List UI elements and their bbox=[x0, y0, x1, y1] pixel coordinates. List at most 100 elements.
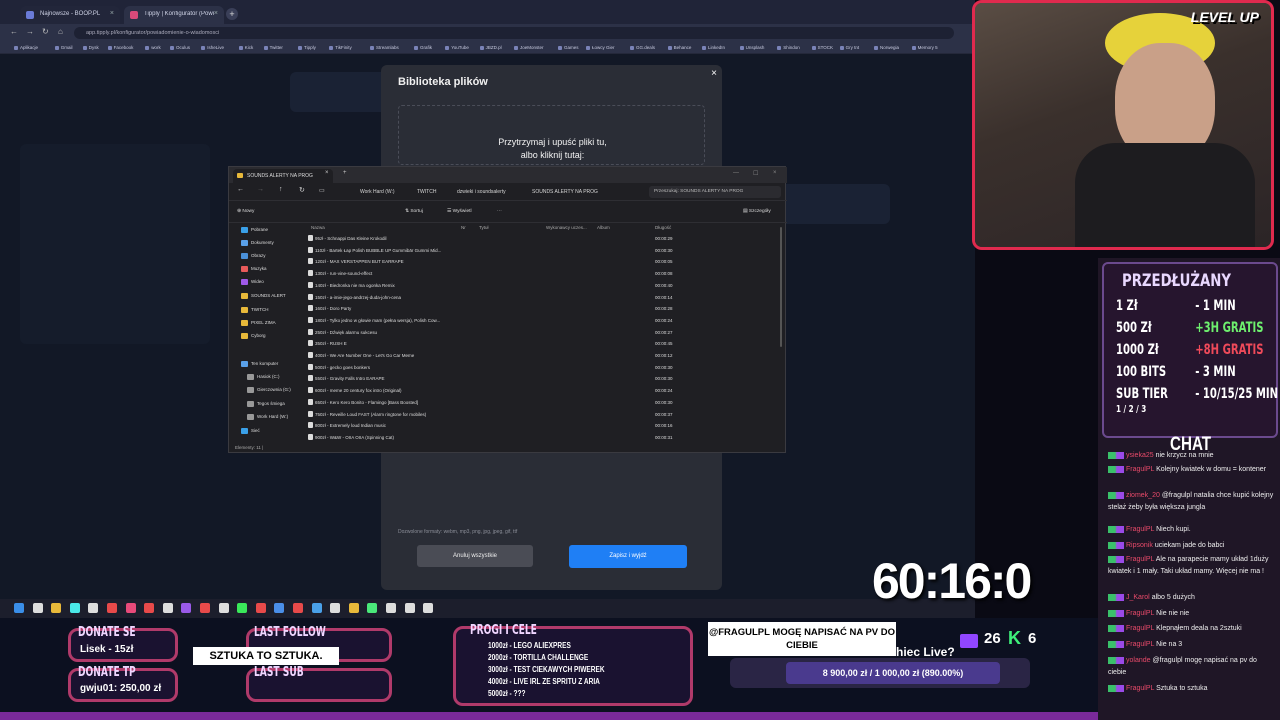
bookmark-item[interactable]: Streamlabs bbox=[370, 45, 399, 50]
nav-item[interactable]: Sieć bbox=[239, 428, 260, 434]
column-header[interactable]: Album bbox=[597, 225, 610, 230]
save-and-exit-button[interactable]: Zapisz i wyjdź bbox=[569, 545, 687, 568]
taskbar-app-icon[interactable] bbox=[200, 603, 210, 613]
taskbar-app-icon[interactable] bbox=[51, 603, 62, 613]
bookmark-item[interactable]: Kick bbox=[238, 45, 253, 50]
more-button[interactable]: ··· bbox=[497, 209, 502, 214]
nav-item[interactable]: TWITCH bbox=[239, 307, 269, 313]
column-header[interactable]: Długość bbox=[655, 225, 671, 230]
bookmark-item[interactable]: Łowcy Gier bbox=[586, 45, 615, 50]
bookmark-item[interactable]: IsheLive bbox=[201, 45, 224, 50]
nav-item[interactable]: Dokumenty bbox=[239, 240, 274, 246]
nav-item[interactable]: Muzyka bbox=[239, 266, 267, 272]
nav-item[interactable]: Work Hard (W:) bbox=[245, 414, 288, 420]
bookmark-item[interactable]: STOCK bbox=[811, 45, 833, 50]
column-header[interactable]: Tytuł bbox=[479, 225, 489, 230]
minimize-icon[interactable]: — bbox=[733, 170, 739, 176]
file-row[interactable]: 140zł - Biedronka nie ma ogonka Remix 00:… bbox=[303, 280, 773, 291]
bookmark-item[interactable]: Twitter bbox=[263, 45, 283, 50]
file-row[interactable]: 750zł - Reveille Loud FAST (Alarm ringto… bbox=[303, 409, 773, 420]
bookmark-item[interactable]: JBZD.pl bbox=[479, 45, 502, 50]
home-icon[interactable]: ⌂ bbox=[58, 27, 63, 36]
nav-item[interactable]: Tegos śmiega bbox=[245, 401, 285, 407]
bookmark-item[interactable]: Tipply bbox=[298, 45, 316, 50]
tab-tipply[interactable]: Tipply | Konfigurator (Powiadomienia)× bbox=[124, 6, 224, 24]
bookmark-item[interactable]: Oculus bbox=[170, 45, 190, 50]
bookmark-item[interactable]: Dysk bbox=[82, 45, 99, 50]
bookmark-item[interactable]: Behance bbox=[667, 45, 691, 50]
file-row[interactable]: 160zł - Doro Party 00:00:28 bbox=[303, 303, 773, 314]
file-row[interactable]: 650zł - Kero Kero Bonito - Flamingo [Bas… bbox=[303, 397, 773, 408]
file-row[interactable]: 130zł - run-vine-sound-effect 00:00:08 bbox=[303, 268, 773, 279]
close-window-icon[interactable]: × bbox=[773, 170, 777, 176]
refresh-icon[interactable]: ↻ bbox=[299, 186, 305, 194]
explorer-search-input[interactable]: Przeszukaj: SOUNDS ALERTY NA PROG bbox=[649, 186, 781, 198]
bookmark-item[interactable]: work bbox=[145, 45, 161, 50]
sort-button[interactable]: ⇅ Sortuj bbox=[405, 209, 423, 214]
close-icon[interactable]: × bbox=[711, 68, 717, 79]
bookmark-item[interactable]: YouTube bbox=[445, 45, 469, 50]
file-row[interactable]: 95zł - Schnappi Das Kleine Krokodil 00:00… bbox=[303, 233, 773, 244]
bookmark-item[interactable]: JoeMonster bbox=[514, 45, 544, 50]
file-row[interactable]: 120zł - MAX VERSTAPPEN BUT EARRAPE 00:00:… bbox=[303, 256, 773, 267]
taskbar-app-icon[interactable] bbox=[386, 603, 396, 613]
taskbar-app-icon[interactable] bbox=[88, 603, 99, 613]
taskbar-app-icon[interactable] bbox=[69, 603, 80, 613]
bookmark-item[interactable]: LinkedIn bbox=[702, 45, 725, 50]
file-row[interactable]: 500zł - gecko goes bonkers 00:00:30 bbox=[303, 362, 773, 373]
new-tab-icon[interactable]: + bbox=[343, 170, 347, 176]
breadcrumb-0[interactable]: Work Hard (W:) bbox=[360, 189, 395, 195]
taskbar-app-icon[interactable] bbox=[162, 603, 173, 613]
details-button[interactable]: ▤ Szczegóły bbox=[743, 209, 771, 214]
taskbar-app-icon[interactable] bbox=[125, 603, 136, 613]
file-row[interactable]: 800zł - Extremely loud Indian music 00:00… bbox=[303, 420, 773, 431]
taskbar-app-icon[interactable] bbox=[293, 603, 303, 613]
nav-item[interactable]: Cyborg bbox=[239, 333, 266, 339]
nav-item[interactable]: Ten komputer bbox=[239, 361, 278, 367]
bookmark-item[interactable]: Gry tnt bbox=[839, 45, 859, 50]
nav-item[interactable]: Hasiok (C:) bbox=[245, 374, 280, 380]
close-tab-icon[interactable]: × bbox=[325, 170, 329, 176]
bookmark-item[interactable]: TikFinity bbox=[329, 45, 352, 50]
bookmark-item[interactable]: Shindon bbox=[777, 45, 800, 50]
file-row[interactable]: 110zł - Bartek Łap Polish BUBBLE UP Gumm… bbox=[303, 245, 773, 256]
file-row[interactable]: 400zł - We Are Number One - Let's Go Car… bbox=[303, 350, 773, 361]
nav-item[interactable]: Wideo bbox=[239, 279, 264, 285]
close-tab-icon[interactable]: × bbox=[214, 10, 218, 17]
nav-item[interactable]: Obrazy bbox=[239, 253, 266, 259]
nav-item[interactable]: PIXEL ZIMA bbox=[239, 320, 276, 326]
column-header[interactable]: Wykonawcy uczes... bbox=[546, 225, 587, 230]
bookmark-item[interactable]: Unsplash bbox=[739, 45, 764, 50]
taskbar-app-icon[interactable] bbox=[237, 603, 248, 613]
maximize-icon[interactable]: ☐ bbox=[753, 170, 758, 177]
taskbar-app-icon[interactable] bbox=[311, 603, 322, 613]
forward-icon[interactable]: → bbox=[26, 27, 34, 36]
file-row[interactable]: 350zł - RUSH E 00:00:45 bbox=[303, 338, 773, 349]
close-tab-icon[interactable]: × bbox=[110, 10, 114, 17]
back-icon[interactable]: ← bbox=[237, 186, 244, 193]
bookmark-item[interactable]: Aplikacje bbox=[14, 45, 38, 50]
taskbar-app-icon[interactable] bbox=[330, 603, 341, 613]
url-field[interactable]: app.tipply.pl/konfigurator/powiadomienie… bbox=[74, 27, 954, 39]
breadcrumb-3[interactable]: SOUNDS ALERTY NA PROG bbox=[532, 189, 598, 195]
scrollbar[interactable] bbox=[780, 227, 782, 347]
file-row[interactable]: 600zł - meme 20 century fox intro (Origi… bbox=[303, 385, 773, 396]
bookmark-item[interactable]: Memory 5 bbox=[911, 45, 938, 50]
taskbar-app-icon[interactable] bbox=[255, 603, 266, 613]
bookmark-item[interactable]: Games bbox=[558, 45, 579, 50]
new-tab-button[interactable]: + bbox=[226, 8, 238, 20]
bookmark-item[interactable]: Grafik bbox=[414, 45, 432, 50]
taskbar-app-icon[interactable] bbox=[14, 603, 24, 613]
taskbar-app-icon[interactable] bbox=[144, 603, 155, 613]
file-row[interactable]: 250zł - Dźwięk alarmu sukcesu 00:00:27 bbox=[303, 327, 773, 338]
bookmark-item[interactable]: Norwegia bbox=[874, 45, 899, 50]
taskbar-app-icon[interactable] bbox=[181, 603, 192, 613]
reload-icon[interactable]: ↻ bbox=[42, 27, 49, 36]
taskbar-app-icon[interactable] bbox=[404, 603, 415, 613]
view-button[interactable]: ☰ Wyświetl bbox=[447, 209, 472, 214]
taskbar-app-icon[interactable] bbox=[423, 603, 434, 613]
cancel-all-button[interactable]: Anuluj wszystkie bbox=[417, 545, 533, 567]
file-row[interactable]: 180zł - Tylko jedno w głowie mam (pełna … bbox=[303, 315, 773, 326]
nav-item[interactable]: Pobrane bbox=[239, 227, 268, 233]
bookmark-item[interactable]: Gmail bbox=[54, 45, 73, 50]
